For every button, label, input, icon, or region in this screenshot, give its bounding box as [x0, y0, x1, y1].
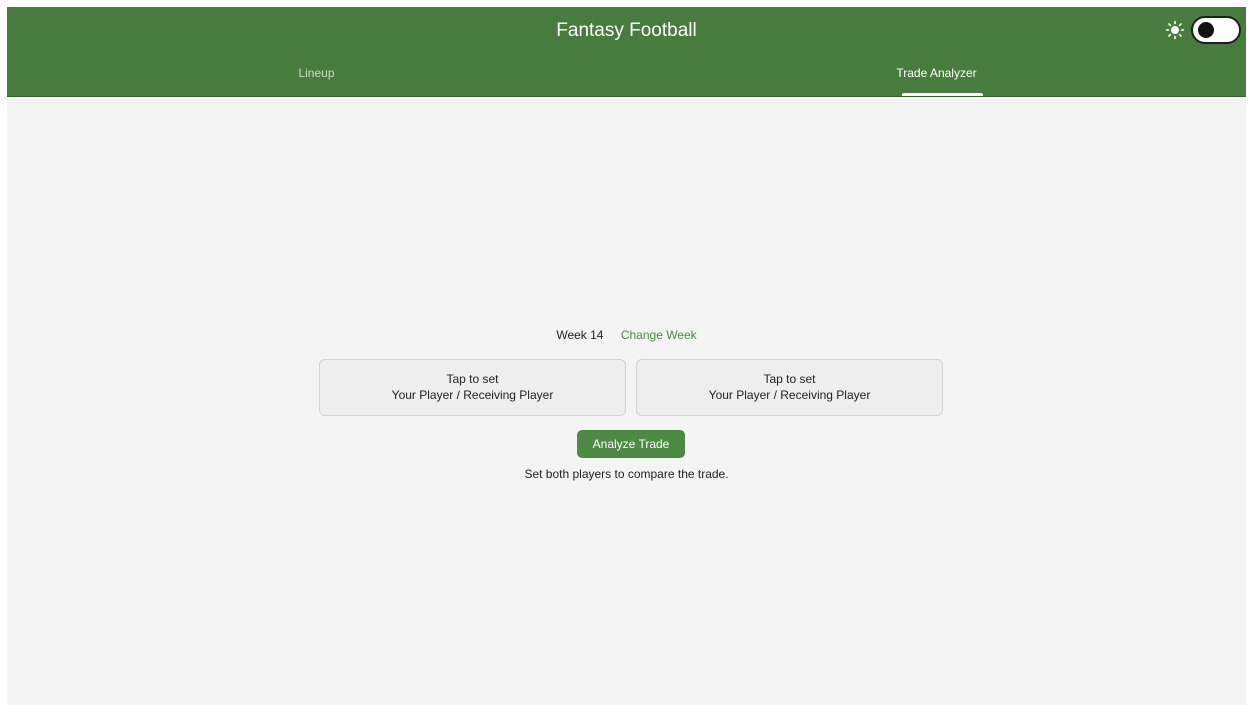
player-slot-left[interactable]: Tap to set Your Player / Receiving Playe…: [319, 359, 626, 416]
week-row: Week 14 Change Week: [7, 327, 1246, 343]
theme-toggle-switch[interactable]: [1191, 16, 1241, 44]
app-bar: Fantasy Football Lineup Trade Analyzer: [7, 7, 1246, 97]
tab-trade-analyzer[interactable]: Trade Analyzer: [627, 64, 1246, 96]
slot-prompt: Tap to set: [763, 372, 816, 386]
player-slot-right[interactable]: Tap to set Your Player / Receiving Playe…: [636, 359, 943, 416]
sun-icon: [1165, 20, 1185, 40]
slot-description: Your Player / Receiving Player: [391, 388, 554, 402]
tab-indicator: [902, 93, 983, 96]
analyze-trade-button[interactable]: Analyze Trade: [577, 430, 685, 458]
slot-prompt: Tap to set: [446, 372, 499, 386]
tab-lineup[interactable]: Lineup: [7, 64, 626, 96]
app-title: Fantasy Football: [556, 20, 697, 41]
change-week-link[interactable]: Change Week: [621, 328, 697, 342]
toggle-knob: [1198, 22, 1214, 38]
week-label: Week 14: [556, 328, 604, 342]
trade-hint-text: Set both players to compare the trade.: [524, 467, 729, 481]
theme-toggle-group: [1165, 16, 1241, 44]
slot-description: Your Player / Receiving Player: [708, 388, 871, 402]
app-window: Fantasy Football Lineup Trade Analyzer W…: [7, 7, 1246, 705]
